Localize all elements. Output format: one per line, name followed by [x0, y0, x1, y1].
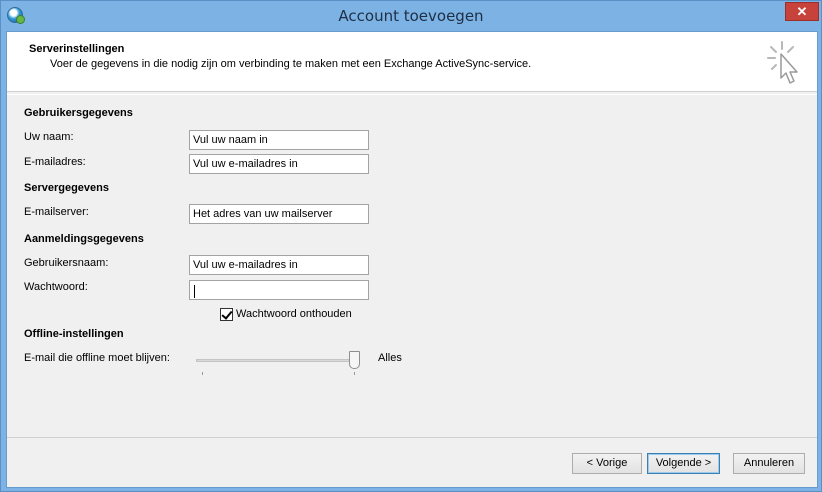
window-title: Account toevoegen: [338, 7, 484, 25]
text-caret: [194, 285, 195, 298]
remember-password-label[interactable]: Wachtwoord onthouden: [236, 308, 352, 320]
page-title: Serverinstellingen: [29, 43, 125, 55]
section-user-info: Gebruikersgegevens: [24, 107, 133, 119]
password-input[interactable]: [189, 280, 369, 300]
close-icon: ✕: [796, 4, 808, 19]
checkbox-checked-icon[interactable]: [220, 308, 233, 321]
title-bar[interactable]: Account toevoegen ✕: [1, 1, 821, 31]
mailserver-label: E-mailserver:: [24, 206, 89, 218]
section-server-info: Servergegevens: [24, 182, 109, 194]
dialog-content: Serverinstellingen Voer de gegevens in d…: [6, 31, 818, 488]
name-label: Uw naam:: [24, 131, 74, 143]
back-button[interactable]: < Vorige: [572, 453, 642, 474]
mailserver-input[interactable]: [189, 204, 369, 224]
close-button[interactable]: ✕: [785, 2, 819, 21]
page-subtitle: Voer de gegevens in die nodig zijn om ve…: [50, 58, 532, 70]
password-label: Wachtwoord:: [24, 281, 88, 293]
username-label: Gebruikersnaam:: [24, 257, 109, 269]
cancel-button[interactable]: Annuleren: [733, 453, 805, 474]
offline-slider-thumb[interactable]: [349, 351, 360, 369]
offline-mail-label: E-mail die offline moet blijven:: [24, 352, 170, 364]
slider-tick-end: [354, 372, 355, 375]
section-login-info: Aanmeldingsgegevens: [24, 233, 144, 245]
cursor-sparkle-icon: [767, 41, 798, 84]
offline-slider-value: Alles: [378, 352, 402, 364]
footer-divider: [7, 437, 817, 438]
offline-slider-track[interactable]: [196, 359, 356, 362]
email-input[interactable]: [189, 154, 369, 174]
header-divider: [7, 94, 817, 95]
slider-tick-start: [202, 372, 203, 375]
username-input[interactable]: [189, 255, 369, 275]
section-offline-settings: Offline-instellingen: [24, 328, 124, 340]
account-dialog: Account toevoegen ✕ Serverinstellingen V…: [0, 0, 822, 492]
name-input[interactable]: [189, 130, 369, 150]
email-label: E-mailadres:: [24, 156, 86, 168]
next-button[interactable]: Volgende >: [647, 453, 720, 474]
page-header: Serverinstellingen Voer de gegevens in d…: [7, 32, 817, 92]
